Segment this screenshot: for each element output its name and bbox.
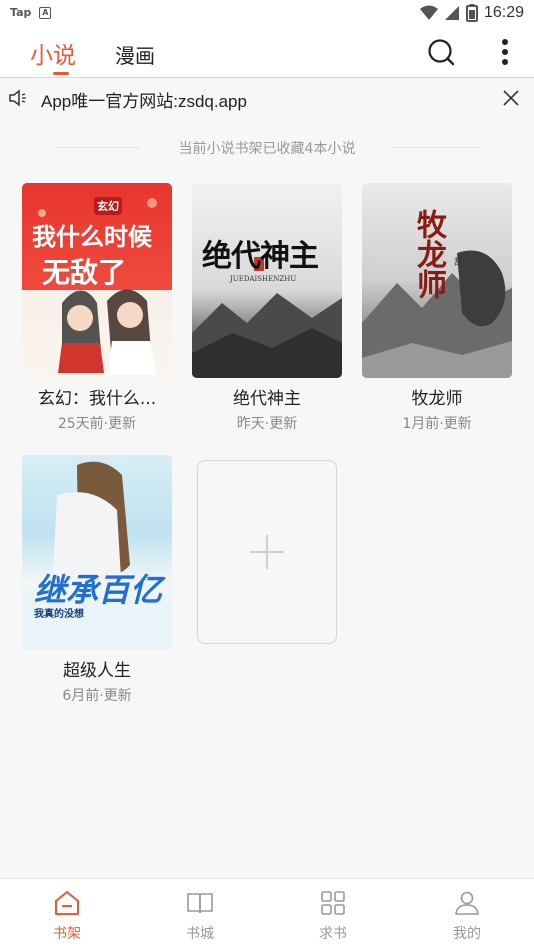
bottom-nav: 书架 书城 求书 我的 [0, 878, 534, 950]
wifi-icon [419, 5, 438, 20]
book-cover-3: 牧龙师 乱 [362, 183, 512, 378]
book-title-1: 玄幻：我什么... [37, 389, 157, 409]
book-update-3: 1月前·更新 [402, 416, 472, 432]
cover-1-tag: 玄幻 [94, 197, 122, 215]
shelf-caption: 当前小说书架已收藏4本小说 [178, 141, 356, 157]
more-vertical-icon[interactable] [494, 37, 516, 69]
book-title-3: 牧龙师 [411, 389, 463, 409]
book-update-4: 6月前·更新 [62, 688, 132, 704]
book-title-4: 超级人生 [63, 661, 131, 681]
book-card-3[interactable]: 牧龙师 乱 牧龙师 1月前·更新 [362, 183, 512, 433]
tab-active-indicator [53, 72, 69, 75]
tab-novel[interactable]: 小说 [30, 36, 76, 70]
nav-label-bookshelf: 书架 [53, 926, 81, 942]
cover-art-4 [22, 461, 172, 650]
close-icon[interactable] [502, 89, 520, 107]
status-bar: Tap A 16:29 [0, 0, 534, 28]
status-left: Tap A [10, 6, 52, 19]
speaker-icon [9, 89, 26, 107]
person-icon [455, 891, 479, 915]
notice-bar: App唯一官方网站:zsdq.app [0, 80, 534, 116]
cover-4-tag: 我真的没想 [34, 609, 84, 620]
book-update-1: 25天前·更新 [57, 416, 137, 432]
cover-2-tag: JUEDAISHENZHU [230, 275, 297, 283]
top-header: 小说 漫画 [0, 28, 534, 78]
book-cover-2: 绝代神主 JUEDAISHENZHU [192, 183, 342, 378]
cover-1-title-line1: 我什么时候 [32, 222, 152, 251]
nav-label-profile: 我的 [453, 926, 481, 942]
book-update-2: 昨天·更新 [236, 416, 298, 432]
status-a-icon: A [39, 6, 52, 19]
battery-icon [465, 4, 478, 22]
caption-divider-right [392, 147, 478, 148]
status-right: 16:29 [419, 4, 524, 22]
nav-label-bookstore: 书城 [186, 926, 214, 942]
cover-3-tag: 乱 [454, 258, 464, 268]
book-title-2: 绝代神主 [233, 389, 301, 409]
nav-bookshelf[interactable]: 书架 [22, 885, 112, 947]
book-cover-1: 玄幻 我什么时候 无敌了 [22, 183, 172, 378]
nav-bookstore[interactable]: 书城 [155, 885, 245, 947]
book-cover-4: 继承百亿 我真的没想 [22, 455, 172, 650]
nav-profile[interactable]: 我的 [422, 885, 512, 947]
cover-2-title: 绝代神主 [202, 239, 319, 274]
status-time: 16:29 [483, 4, 524, 21]
book-card-1[interactable]: 玄幻 我什么时候 无敌了 玄幻：我什么... 25天前·更新 [22, 183, 172, 433]
search-icon[interactable] [426, 37, 456, 67]
book-card-2[interactable]: 绝代神主 JUEDAISHENZHU 绝代神主 昨天·更新 [192, 183, 342, 433]
nav-label-request: 求书 [319, 926, 347, 942]
cover-3-title: 牧龙师 [411, 209, 446, 299]
bookshelf-icon [55, 891, 79, 915]
book-card-4[interactable]: 继承百亿 我真的没想 超级人生 6月前·更新 [22, 455, 172, 705]
grid-icon [321, 891, 345, 915]
cover-1-title-line2: 无敌了 [42, 256, 127, 289]
add-book-button[interactable] [197, 460, 337, 644]
signal-icon [444, 6, 459, 20]
status-app-label: Tap [10, 6, 32, 19]
plus-icon [250, 535, 284, 569]
book-icon [187, 893, 213, 914]
nav-request[interactable]: 求书 [288, 885, 378, 947]
tab-comic[interactable]: 漫画 [115, 40, 155, 69]
notice-text[interactable]: App唯一官方网站:zsdq.app [41, 87, 247, 112]
